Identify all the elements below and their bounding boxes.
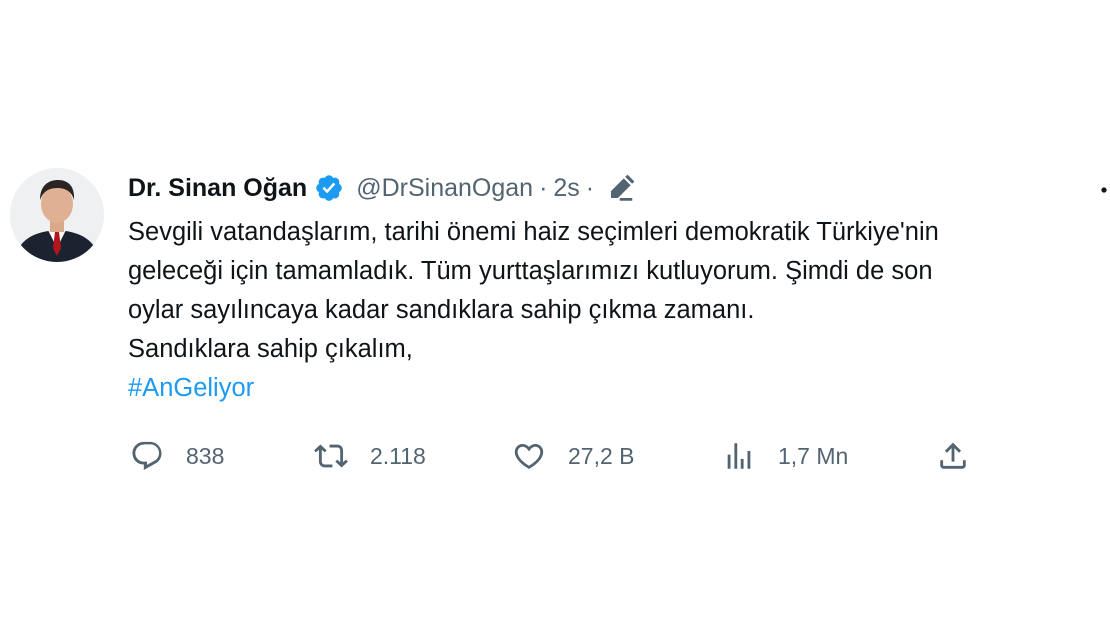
hashtag-link[interactable]: #AnGeliyor (128, 369, 1110, 408)
edit-pencil-icon[interactable] (606, 173, 636, 203)
views-button[interactable]: 1,7 Mn (722, 436, 848, 476)
avatar[interactable] (10, 168, 104, 262)
views-bar-chart-icon (722, 439, 756, 473)
verified-badge-icon (314, 173, 344, 203)
tweet-text-line: Sandıklara sahip çıkalım, (128, 335, 413, 363)
share-upload-icon (936, 439, 970, 473)
reply-count: 838 (186, 442, 225, 469)
share-button[interactable] (936, 436, 970, 476)
separator-dot: · (585, 173, 595, 202)
retweet-count: 2.118 (370, 442, 426, 469)
tweet-text-line: oylar sayılıncaya kadar sandıklara sahip… (128, 296, 755, 324)
more-dots-icon[interactable] (1094, 180, 1110, 200)
reply-button[interactable]: 838 (130, 436, 224, 476)
separator-dot: · (539, 173, 548, 202)
like-count: 27,2 B (568, 442, 635, 469)
retweet-button[interactable]: 2.118 (314, 436, 426, 476)
reply-bubble-icon (130, 439, 164, 473)
heart-icon (512, 439, 546, 473)
views-count: 1,7 Mn (778, 442, 849, 469)
tweet-text: Sevgili vatandaşlarım, tarihi önemi haiz… (128, 213, 1110, 408)
tweet-timestamp[interactable]: 2s (553, 174, 579, 203)
display-name[interactable]: Dr. Sinan Oğan (128, 174, 307, 203)
tweet-text-line: geleceği için tamamladık. Tüm yurttaşlar… (128, 257, 933, 285)
retweet-icon (314, 439, 348, 473)
like-button[interactable]: 27,2 B (512, 436, 635, 476)
tweet-card: Dr. Sinan Oğan @DrSinanOgan · 2s · Sevgi… (0, 0, 1110, 625)
tweet-text-line: Sevgili vatandaşlarım, tarihi önemi haiz… (128, 218, 939, 246)
tweet-header: Dr. Sinan Oğan @DrSinanOgan · 2s · (128, 170, 636, 206)
user-handle[interactable]: @DrSinanOgan (356, 174, 533, 203)
tweet-actions: 838 2.118 27,2 B 1,7 Mn (0, 436, 1110, 476)
